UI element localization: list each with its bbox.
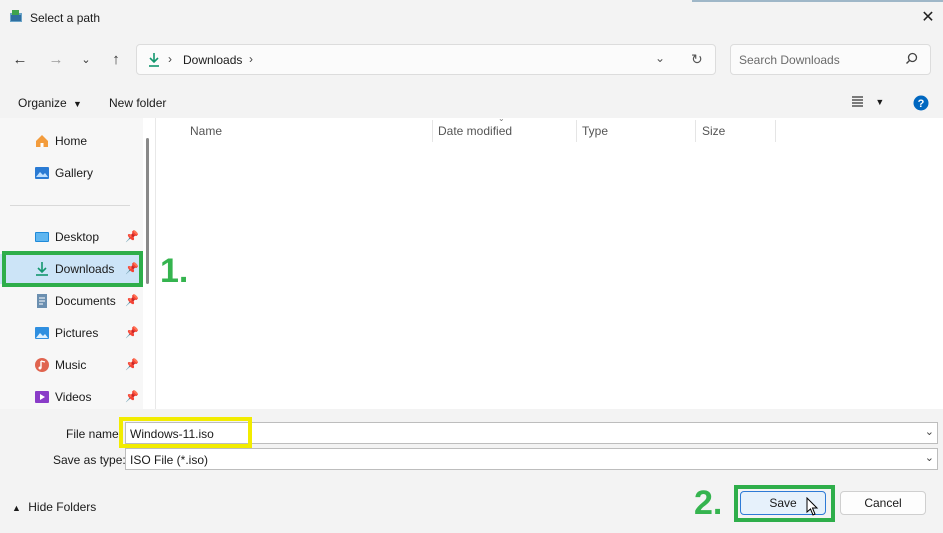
mouse-cursor-icon bbox=[805, 496, 819, 520]
save-as-type-select[interactable]: ISO File (*.iso) ⌄ bbox=[125, 448, 938, 470]
cancel-button[interactable]: Cancel bbox=[840, 491, 926, 515]
chevron-up-icon: ▲ bbox=[12, 503, 21, 513]
chevron-right-icon: › bbox=[168, 52, 172, 66]
close-icon: ✕ bbox=[921, 9, 935, 26]
sidebar-item-documents[interactable]: Documents 📌 bbox=[0, 286, 143, 316]
hide-folders-label: Hide Folders bbox=[28, 500, 97, 514]
videos-icon bbox=[34, 389, 50, 405]
sidebar-item-desktop[interactable]: Desktop 📌 bbox=[0, 222, 143, 252]
pin-icon[interactable]: 📌 bbox=[125, 326, 139, 339]
downloads-highlight-box bbox=[2, 251, 143, 287]
sidebar-item-label: Pictures bbox=[55, 326, 99, 340]
sort-chevron-icon: ⌄ bbox=[498, 114, 505, 123]
close-button[interactable]: ✕ bbox=[918, 8, 938, 28]
title-bar bbox=[0, 0, 943, 34]
pin-icon[interactable]: 📌 bbox=[125, 230, 139, 243]
organize-dropdown-icon: ▼ bbox=[73, 99, 82, 109]
back-button[interactable]: ← bbox=[10, 50, 30, 70]
recent-locations-button[interactable]: ⌄ bbox=[76, 50, 96, 70]
organize-button[interactable]: Organize ▼ bbox=[18, 96, 82, 110]
chevron-down-icon[interactable]: ⌄ bbox=[925, 451, 934, 464]
column-divider[interactable] bbox=[695, 120, 696, 142]
sidebar-item-label: Desktop bbox=[55, 230, 100, 244]
forward-arrow-icon: → bbox=[48, 51, 64, 68]
desktop-icon bbox=[34, 229, 50, 245]
save-as-type-value: ISO File (*.iso) bbox=[130, 453, 209, 467]
forward-button[interactable]: → bbox=[46, 50, 66, 70]
sidebar-item-home[interactable]: Home bbox=[0, 126, 143, 156]
documents-icon bbox=[34, 293, 50, 309]
nav-separator bbox=[10, 205, 130, 206]
sidebar-item-music[interactable]: Music 📌 bbox=[0, 350, 143, 380]
svg-text:?: ? bbox=[918, 98, 925, 110]
gallery-icon bbox=[34, 165, 50, 181]
music-icon bbox=[34, 357, 50, 373]
sidebar-item-videos[interactable]: Videos 📌 bbox=[0, 382, 143, 412]
column-header-name[interactable]: Name bbox=[190, 124, 222, 138]
app-icon bbox=[9, 9, 23, 23]
breadcrumb-downloads[interactable]: Downloads bbox=[183, 53, 242, 67]
sidebar-item-label: Home bbox=[55, 134, 88, 148]
sidebar-item-pictures[interactable]: Pictures 📌 bbox=[0, 318, 143, 348]
search-icon bbox=[905, 52, 918, 68]
column-divider[interactable] bbox=[432, 120, 433, 142]
pane-divider[interactable] bbox=[155, 118, 156, 409]
pin-icon[interactable]: 📌 bbox=[125, 294, 139, 307]
save-highlight-box bbox=[734, 485, 835, 522]
search-input[interactable]: Search Downloads bbox=[739, 53, 840, 67]
download-icon bbox=[147, 52, 161, 71]
home-icon bbox=[34, 133, 50, 149]
view-menu-icon bbox=[851, 96, 867, 110]
pictures-icon bbox=[34, 325, 50, 341]
step-1-label: 1. bbox=[160, 252, 189, 290]
pin-icon[interactable]: 📌 bbox=[125, 358, 139, 371]
column-divider[interactable] bbox=[775, 120, 776, 142]
up-arrow-icon: ↑ bbox=[112, 51, 120, 68]
new-folder-button[interactable]: New folder bbox=[109, 96, 166, 110]
view-dropdown-icon: ▼ bbox=[875, 97, 885, 107]
save-as-type-label: Save as type: bbox=[53, 453, 126, 467]
window-title: Select a path bbox=[30, 11, 101, 25]
column-divider[interactable] bbox=[576, 120, 577, 142]
nav-scrollbar[interactable] bbox=[146, 138, 149, 284]
hide-folders-button[interactable]: ▲ Hide Folders bbox=[12, 500, 96, 514]
chevron-right-icon[interactable]: › bbox=[249, 52, 253, 66]
sidebar-item-gallery[interactable]: Gallery bbox=[0, 158, 143, 188]
back-arrow-icon: ← bbox=[12, 51, 28, 68]
view-button[interactable]: ▼ bbox=[851, 95, 884, 110]
help-icon[interactable]: ? bbox=[913, 95, 929, 114]
search-box[interactable]: Search Downloads bbox=[730, 44, 931, 75]
column-header-date-modified[interactable]: Date modified bbox=[438, 124, 512, 138]
up-button[interactable]: ↑ bbox=[106, 50, 126, 70]
organize-label: Organize bbox=[18, 96, 67, 110]
refresh-icon[interactable]: ↻ bbox=[691, 51, 703, 68]
sidebar-item-label: Videos bbox=[55, 390, 92, 404]
sidebar-item-label: Documents bbox=[55, 294, 116, 308]
chevron-down-icon[interactable]: ⌄ bbox=[925, 425, 934, 438]
file-name-label: File name: bbox=[66, 427, 123, 441]
address-bar[interactable]: › Downloads › ⌄ ↻ bbox=[136, 44, 716, 75]
pin-icon[interactable]: 📌 bbox=[125, 390, 139, 403]
file-name-highlight-box bbox=[119, 417, 252, 448]
recent-chevron-icon: ⌄ bbox=[81, 54, 91, 66]
sidebar-item-label: Music bbox=[55, 358, 87, 372]
column-header-type[interactable]: Type bbox=[582, 124, 608, 138]
step-2-label: 2. bbox=[694, 484, 723, 522]
column-header-size[interactable]: Size bbox=[702, 124, 725, 138]
window-edge bbox=[692, 0, 943, 2]
sidebar-item-label: Gallery bbox=[55, 166, 94, 180]
chevron-down-icon[interactable]: ⌄ bbox=[655, 51, 665, 65]
